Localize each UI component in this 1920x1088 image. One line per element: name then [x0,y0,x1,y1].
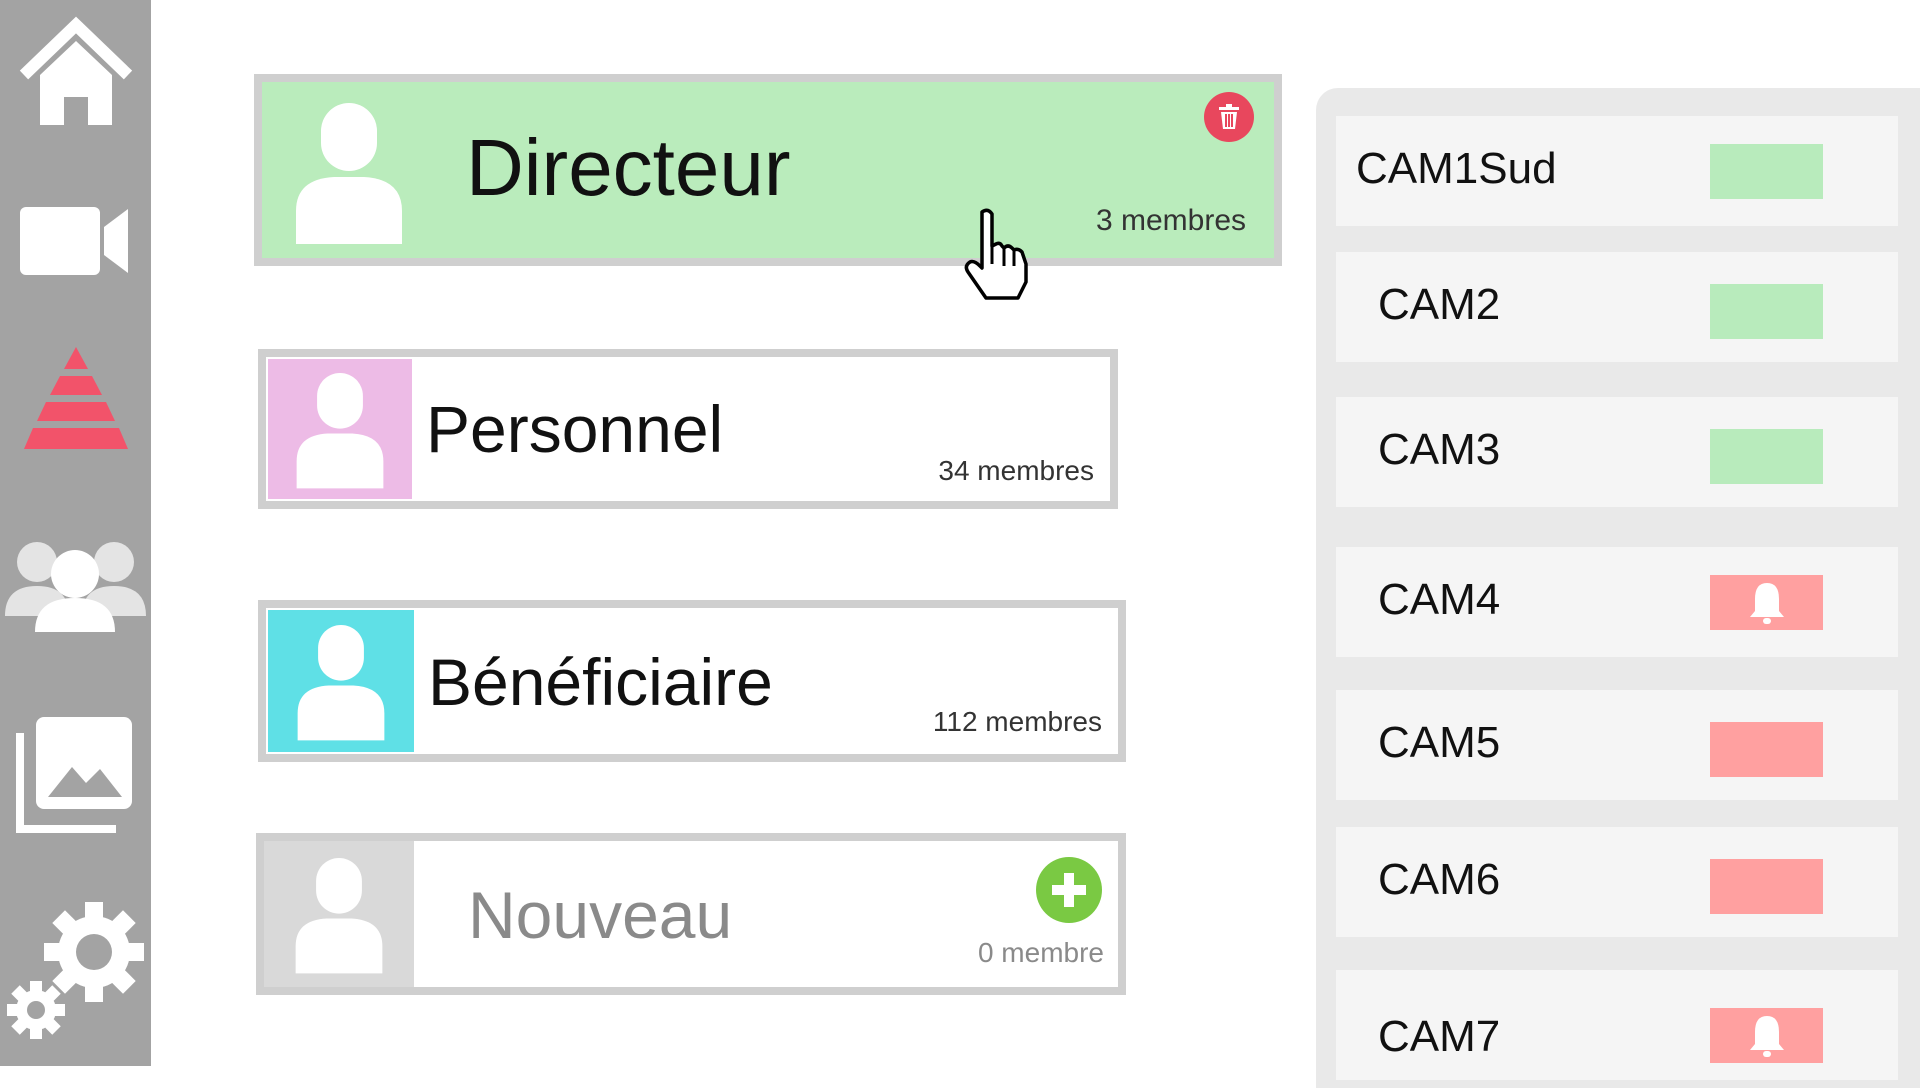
gallery-icon [15,716,132,833]
camera-status-ok [1710,144,1823,199]
camera-label: CAM7 [1378,1012,1501,1061]
camera-status-ok [1710,429,1823,484]
avatar [286,96,411,246]
member-count: 3 membres [1095,204,1246,237]
group-name: Bénéficiaire [428,645,773,719]
camera-status-alert [1710,722,1823,777]
camera-row-cam5[interactable]: CAM5 [1336,690,1898,800]
bell-icon [1749,1015,1784,1057]
avatar [268,610,414,752]
home-icon [19,16,132,125]
plus-icon [1052,873,1086,907]
gallery-button[interactable] [0,710,151,835]
user-icon [296,372,384,489]
member-count: 0 membre [977,937,1104,968]
member-count: 34 membres [938,455,1094,486]
group-name: Directeur [466,123,791,212]
users-button[interactable] [0,535,151,635]
member-count: 112 membres [932,706,1102,737]
camera-label: CAM2 [1378,280,1501,329]
user-icon [295,102,402,244]
bell-icon [1749,582,1784,624]
camera-label: CAM4 [1378,575,1501,624]
trash-icon [1219,104,1239,129]
camera-row-cam2[interactable]: CAM2 [1336,252,1898,362]
home-button[interactable] [0,10,151,130]
hierarchy-pyramid-icon [23,346,128,449]
group-card-nouveau[interactable]: Nouveau 0 membre [256,833,1126,995]
delete-group-button[interactable] [1204,92,1254,142]
group-card-personnel[interactable]: Personnel 34 membres [258,349,1118,509]
camera-button[interactable] [0,195,151,285]
camera-row-cam6[interactable]: CAM6 [1336,827,1898,937]
group-card-directeur[interactable]: Directeur 3 membres [254,74,1282,266]
camera-status-ok [1710,284,1823,339]
users-group-icon [5,541,146,632]
user-icon [295,857,383,974]
camera-label: CAM5 [1378,718,1501,767]
camera-status-alert [1710,575,1823,630]
avatar [268,359,412,499]
group-name: Nouveau [468,878,733,952]
camera-label: CAM1Sud [1356,144,1557,193]
hierarchy-button[interactable] [0,340,151,465]
avatar [264,841,414,987]
camera-status-alert [1710,859,1823,914]
camera-row-cam4[interactable]: CAM4 [1336,547,1898,657]
settings-gears-icon [6,902,144,1039]
camera-status-alert [1710,1008,1823,1063]
camera-label: CAM3 [1378,425,1501,474]
camera-row-cam3[interactable]: CAM3 [1336,397,1898,507]
video-camera-icon [20,206,128,275]
settings-button[interactable] [0,895,151,1045]
group-name: Personnel [426,392,724,466]
camera-label: CAM6 [1378,855,1501,904]
camera-row-cam1sud[interactable]: CAM1Sud [1336,116,1898,226]
group-card-beneficiaire[interactable]: Bénéficiaire 112 membres [258,600,1126,762]
add-group-button[interactable] [1036,857,1102,923]
user-icon [297,624,385,741]
sidebar [0,0,151,1066]
camera-row-cam7[interactable]: CAM7 [1336,970,1898,1080]
